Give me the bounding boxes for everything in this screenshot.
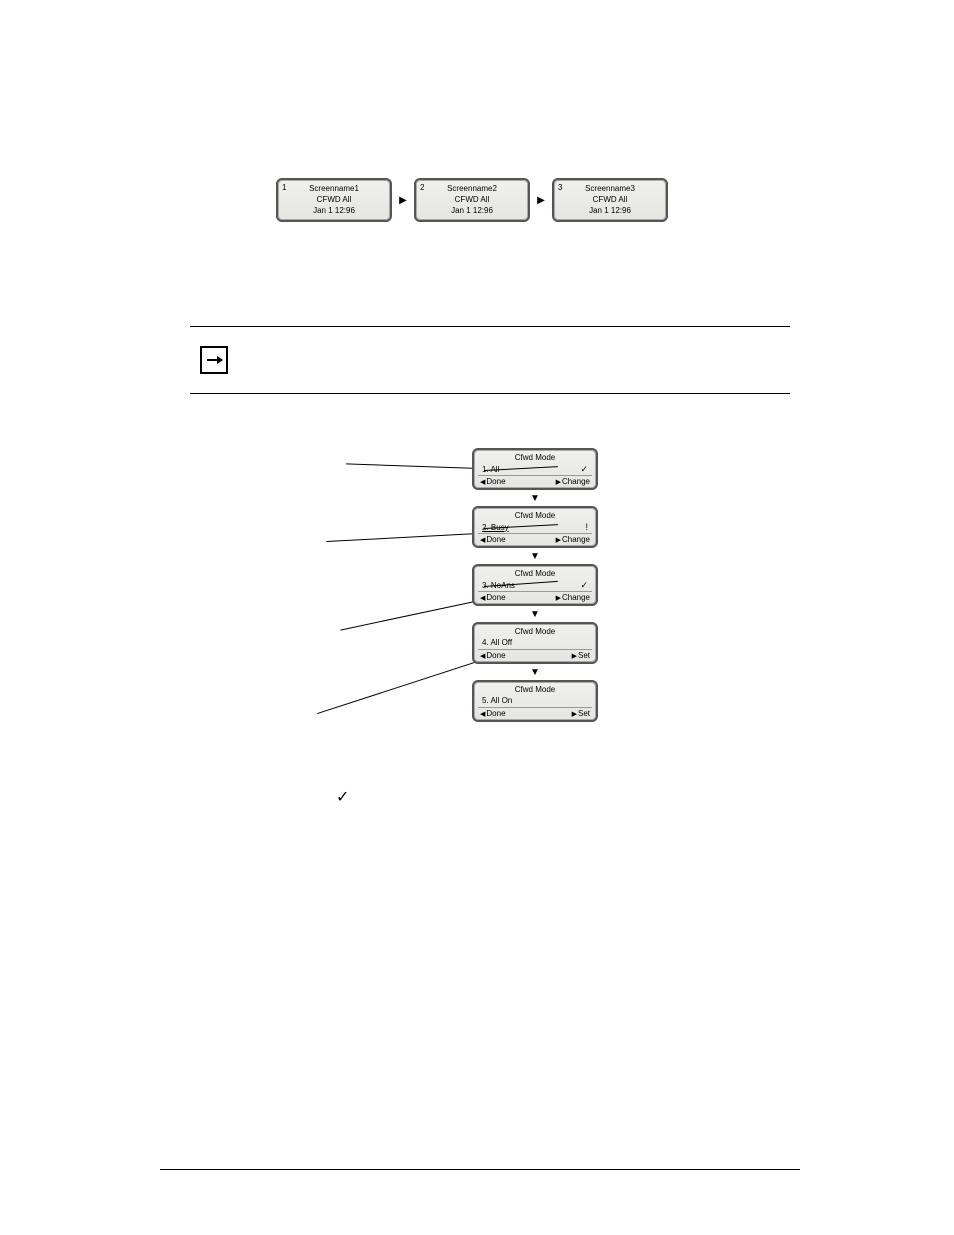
check-icon: ✓ — [336, 787, 349, 807]
done-button[interactable]: Done — [480, 651, 506, 660]
phone-screen-1: 1 Screenname1 CFWD All Jan 1 12:96 — [276, 178, 392, 222]
arrow-down-icon: ▼ — [530, 551, 540, 562]
change-button[interactable]: Change — [556, 593, 590, 602]
note-arrow-icon — [200, 346, 228, 374]
divider — [478, 591, 592, 592]
rule-bottom — [190, 393, 790, 394]
divider — [478, 475, 592, 476]
done-button[interactable]: Done — [480, 593, 506, 602]
cfwd-mode-all-on: Cfwd Mode 5. All On Done Set — [472, 680, 598, 722]
screen-time: Jan 1 12:96 — [554, 205, 666, 216]
mode-title: Cfwd Mode — [474, 511, 596, 520]
screens-row: 1 Screenname1 CFWD All Jan 1 12:96 ▶ 2 S… — [276, 178, 668, 222]
arrow-right-icon: ▶ — [392, 195, 414, 206]
arrow-down-icon: ▼ — [530, 609, 540, 620]
arrow-down-icon: ▼ — [530, 667, 540, 678]
done-button[interactable]: Done — [480, 477, 506, 486]
screen-state: CFWD All — [416, 194, 528, 205]
divider — [478, 707, 592, 708]
divider — [478, 533, 592, 534]
screen-time: Jan 1 12:96 — [278, 205, 390, 216]
phone-screen-2: 2 Screenname2 CFWD All Jan 1 12:96 — [414, 178, 530, 222]
arrow-down-icon: ▼ — [530, 493, 540, 504]
screen-state: CFWD All — [554, 194, 666, 205]
divider — [478, 649, 592, 650]
screen-number: 2 — [420, 183, 424, 192]
change-button[interactable]: Change — [556, 477, 590, 486]
rule-top — [190, 326, 790, 327]
cfwd-mode-stack: Cfwd Mode 1. All ✓ Done Change ▼ Cfwd Mo… — [472, 448, 598, 722]
screen-name: Screenname1 — [278, 183, 390, 194]
set-button[interactable]: Set — [572, 651, 590, 660]
screen-name: Screenname3 — [554, 183, 666, 194]
screen-time: Jan 1 12:96 — [416, 205, 528, 216]
screen-state: CFWD All — [278, 194, 390, 205]
mode-title: Cfwd Mode — [474, 685, 596, 694]
phone-screen-3: 3 Screenname3 CFWD All Jan 1 12:96 — [552, 178, 668, 222]
warning-icon: ! — [585, 522, 588, 532]
set-button[interactable]: Set — [572, 709, 590, 718]
cfwd-mode-all: Cfwd Mode 1. All ✓ Done Change — [472, 448, 598, 490]
change-button[interactable]: Change — [556, 535, 590, 544]
mode-option: 5. All On — [482, 696, 512, 705]
screen-number: 1 — [282, 183, 286, 192]
mode-title: Cfwd Mode — [474, 453, 596, 462]
mode-title: Cfwd Mode — [474, 627, 596, 636]
footer-rule — [160, 1169, 800, 1170]
screen-number: 3 — [558, 183, 562, 192]
mode-title: Cfwd Mode — [474, 569, 596, 578]
arrow-right-icon: ▶ — [530, 195, 552, 206]
cfwd-mode-busy: Cfwd Mode 2. Busy ! Done Change — [472, 506, 598, 548]
cfwd-mode-all-off: Cfwd Mode 4. All Off Done Set — [472, 622, 598, 664]
cfwd-mode-noans: Cfwd Mode 3. NoAns ✓ Done Change — [472, 564, 598, 606]
check-icon: ✓ — [580, 464, 588, 475]
screen-name: Screenname2 — [416, 183, 528, 194]
done-button[interactable]: Done — [480, 535, 506, 544]
mode-option: 4. All Off — [482, 638, 512, 647]
check-icon: ✓ — [580, 580, 588, 591]
done-button[interactable]: Done — [480, 709, 506, 718]
